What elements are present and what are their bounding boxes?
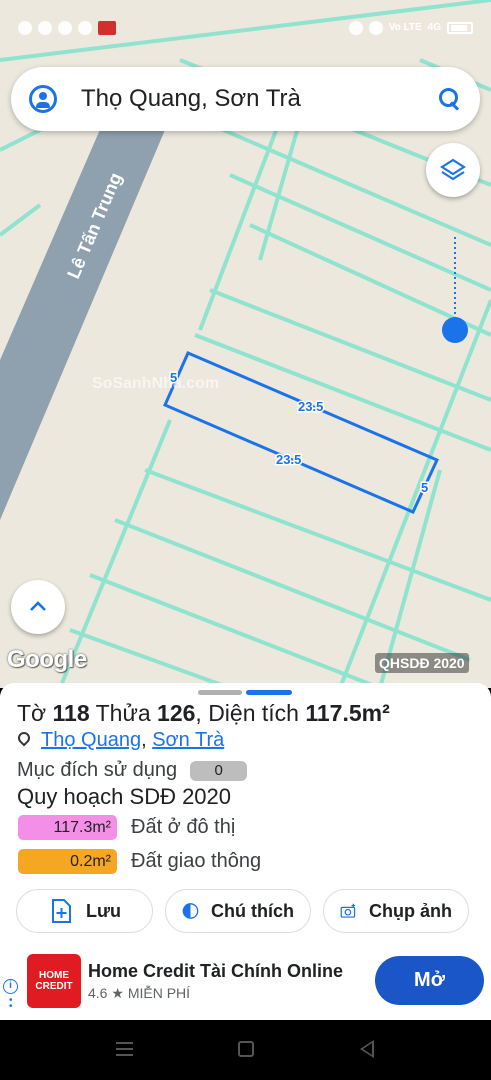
purpose-label: Mục đích sử dụng xyxy=(17,759,178,781)
ad-menu-icon[interactable]: • • xyxy=(9,996,13,1012)
contrast-icon xyxy=(182,903,199,919)
wifi-icon xyxy=(368,21,383,35)
plan-title: Quy hoạch SDĐ 2020 xyxy=(17,784,232,809)
district-link[interactable]: Sơn Trà xyxy=(152,729,224,752)
battery-icon xyxy=(447,22,473,34)
ward-link[interactable]: Thọ Quang xyxy=(41,729,141,752)
action-buttons: Lưu Chú thích Chụp ảnh xyxy=(16,889,469,933)
location-separator: , xyxy=(141,729,147,751)
parcel-title: Tờ 118 Thửa 126, Diện tích 117.5m² xyxy=(17,700,390,727)
opacity-slider-handle[interactable] xyxy=(442,317,468,343)
system-nav-bar xyxy=(0,1020,491,1080)
sheet-handle[interactable] xyxy=(198,690,242,695)
to-label: Tờ xyxy=(17,700,47,726)
expand-up-button[interactable] xyxy=(11,580,65,634)
ad-title[interactable]: Home Credit Tài Chính Online xyxy=(88,961,343,982)
to-value: 118 xyxy=(52,700,90,726)
status-left xyxy=(18,21,116,35)
area-badge: 117.3m² xyxy=(18,815,117,840)
capture-button[interactable]: Chụp ảnh xyxy=(323,889,469,933)
facebook-icon xyxy=(18,21,32,35)
capture-label: Chụp ảnh xyxy=(369,900,452,921)
layer-tag: QHSDĐ 2020 xyxy=(375,653,469,673)
layers-button[interactable] xyxy=(426,143,480,197)
ad-subtitle: 4.6 ★ MIỄN PHÍ xyxy=(88,985,190,1002)
area-badge: 0.2m² xyxy=(18,849,117,874)
location-pin-icon xyxy=(17,732,31,750)
area-value: 117.5m² xyxy=(305,700,390,726)
open-button[interactable]: Mở xyxy=(375,956,484,1005)
search-query[interactable]: Thọ Quang, Sơn Trà xyxy=(81,85,438,113)
save-button[interactable]: Lưu xyxy=(16,889,153,933)
save-label: Lưu xyxy=(85,900,122,921)
plan-item-residential: 117.3m² Đất ở đô thị xyxy=(18,815,235,840)
alarm-icon xyxy=(348,21,363,35)
app-icon xyxy=(98,21,116,35)
chevron-up-icon xyxy=(30,601,46,611)
purpose-row: Mục đích sử dụng 0 xyxy=(17,759,248,782)
road-le-tan-trung xyxy=(0,118,170,520)
purpose-value: 0 xyxy=(190,760,248,781)
add-file-icon xyxy=(51,899,71,923)
location-row: Thọ Quang, Sơn Trà xyxy=(17,729,224,752)
plan-item-traffic: 0.2m² Đất giao thông xyxy=(18,849,261,874)
layers-icon xyxy=(440,158,466,181)
sheet-handle-active[interactable] xyxy=(246,690,292,695)
ad-info-icon[interactable]: i xyxy=(3,979,18,994)
edge-length-left: 5 xyxy=(170,370,177,385)
edge-length-bottom: 23.5 xyxy=(276,452,301,467)
mail-icon xyxy=(58,21,72,35)
search-bar[interactable]: Thọ Quang, Sơn Trà xyxy=(11,67,480,131)
home-credit-logo: HOME CREDIT xyxy=(27,954,81,1008)
camera-add-icon xyxy=(340,903,356,918)
thua-label: Thửa xyxy=(95,700,151,726)
edge-length-right: 5 xyxy=(421,480,428,495)
map-view[interactable]: Lê Tấn Trung SoSanhNha.com 23.5 23.5 5 5… xyxy=(0,0,491,688)
home-icon[interactable] xyxy=(238,1041,254,1057)
legend-label: Chú thích xyxy=(211,900,294,921)
watermark: SoSanhNha.com xyxy=(92,375,219,392)
area-type-label: Đất ở đô thị xyxy=(131,816,236,838)
recent-apps-icon[interactable] xyxy=(116,1042,133,1056)
ad-price: MIỄN PHÍ xyxy=(127,985,191,1001)
volte-label: Vo LTE xyxy=(388,22,422,33)
facebook-icon-2 xyxy=(38,21,52,35)
logo-line-2: CREDIT xyxy=(35,981,73,992)
ad-rating: 4.6 xyxy=(88,985,108,1001)
thua-value: 126 xyxy=(157,700,196,726)
search-icon[interactable] xyxy=(438,87,462,111)
call-icon xyxy=(78,21,92,35)
area-label: , Diện tích xyxy=(195,700,299,726)
google-logo: Google xyxy=(7,646,87,673)
network-label: 4G xyxy=(427,22,441,33)
ad-banner[interactable]: i • • HOME CREDIT Home Credit Tài Chính O… xyxy=(0,940,491,1020)
back-icon[interactable] xyxy=(360,1040,374,1058)
status-right: Vo LTE 4G xyxy=(348,21,473,35)
star-icon: ★ xyxy=(111,985,124,1001)
area-type-label: Đất giao thông xyxy=(131,850,262,872)
legend-button[interactable]: Chú thích xyxy=(165,889,311,933)
edge-length-top: 23.5 xyxy=(298,399,323,414)
account-icon[interactable] xyxy=(29,85,57,113)
status-bar: Vo LTE 4G xyxy=(0,0,491,56)
logo-line-1: HOME xyxy=(39,970,69,981)
